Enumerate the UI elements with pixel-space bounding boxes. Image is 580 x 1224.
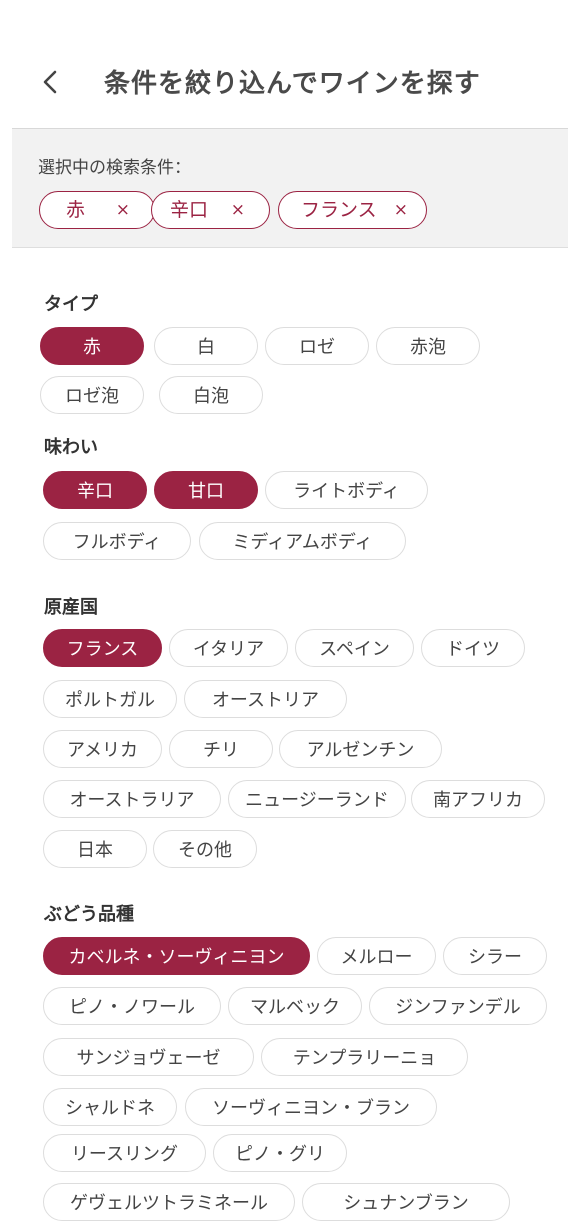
- close-icon[interactable]: ×: [116, 192, 130, 228]
- selected-chip-label: フランス: [301, 199, 377, 221]
- chip-grape-merlot[interactable]: メルロー: [317, 937, 436, 975]
- chip-grape-gewurztraminer[interactable]: ゲヴェルツトラミネール: [43, 1183, 295, 1221]
- selected-chip-france[interactable]: フランス ×: [278, 191, 427, 229]
- section-title-taste: 味わい: [44, 437, 98, 458]
- section-title-grape: ぶどう品種: [44, 904, 134, 925]
- header: 条件を絞り込んでワインを探す: [0, 0, 580, 128]
- chip-country-south-africa[interactable]: 南アフリカ: [411, 780, 545, 818]
- close-icon[interactable]: ×: [231, 192, 245, 228]
- back-button[interactable]: [34, 64, 70, 100]
- chip-country-usa[interactable]: アメリカ: [43, 730, 162, 768]
- chip-grape-sauvignon-blanc[interactable]: ソーヴィニヨン・ブラン: [185, 1088, 437, 1126]
- chip-grape-zinfandel[interactable]: ジンファンデル: [369, 987, 547, 1025]
- chip-type-white-sparkling[interactable]: 白泡: [159, 376, 263, 414]
- chip-grape-syrah[interactable]: シラー: [443, 937, 547, 975]
- selected-chip-red[interactable]: 赤 ×: [39, 191, 155, 229]
- chip-grape-sangiovese[interactable]: サンジョヴェーゼ: [43, 1038, 254, 1076]
- chip-taste-medium-body[interactable]: ミディアムボディ: [199, 522, 406, 560]
- chip-taste-light-body[interactable]: ライトボディ: [265, 471, 428, 509]
- chip-country-austria[interactable]: オーストリア: [184, 680, 347, 718]
- chip-type-red[interactable]: 赤: [40, 327, 144, 365]
- chip-country-other[interactable]: その他: [153, 830, 257, 868]
- chip-taste-dry[interactable]: 辛口: [43, 471, 147, 509]
- selected-conditions-panel: 選択中の検索条件： 赤 × 辛口 × フランス ×: [12, 128, 568, 248]
- chip-type-rose[interactable]: ロゼ: [265, 327, 369, 365]
- chip-country-spain[interactable]: スペイン: [295, 629, 414, 667]
- chip-country-australia[interactable]: オーストラリア: [43, 780, 221, 818]
- selected-conditions-label: 選択中の検索条件：: [38, 158, 191, 178]
- chip-country-japan[interactable]: 日本: [43, 830, 147, 868]
- chip-type-rose-sparkling[interactable]: ロゼ泡: [40, 376, 144, 414]
- chip-grape-pinot-noir[interactable]: ピノ・ノワール: [43, 987, 221, 1025]
- chip-taste-sweet[interactable]: 甘口: [154, 471, 258, 509]
- section-title-country: 原産国: [44, 597, 98, 618]
- chevron-left-icon: [43, 70, 57, 94]
- chip-country-argentina[interactable]: アルゼンチン: [279, 730, 442, 768]
- chip-country-chile[interactable]: チリ: [169, 730, 273, 768]
- chip-grape-pinot-gris[interactable]: ピノ・グリ: [213, 1134, 347, 1172]
- chip-country-portugal[interactable]: ポルトガル: [43, 680, 177, 718]
- chip-grape-riesling[interactable]: リースリング: [43, 1134, 206, 1172]
- chip-grape-cabernet-sauvignon[interactable]: カベルネ・ソーヴィニヨン: [43, 937, 310, 975]
- chip-grape-tempranillo[interactable]: テンプラリーニョ: [261, 1038, 468, 1076]
- selected-chip-label: 赤: [66, 199, 86, 221]
- chip-country-new-zealand[interactable]: ニュージーランド: [228, 780, 406, 818]
- chip-type-white[interactable]: 白: [154, 327, 258, 365]
- chip-grape-chardonnay[interactable]: シャルドネ: [43, 1088, 177, 1126]
- chip-taste-full-body[interactable]: フルボディ: [43, 522, 191, 560]
- chip-country-italy[interactable]: イタリア: [169, 629, 288, 667]
- chip-country-germany[interactable]: ドイツ: [421, 629, 525, 667]
- selected-chip-dry[interactable]: 辛口 ×: [151, 191, 270, 229]
- page-title: 条件を絞り込んでワインを探す: [104, 69, 481, 99]
- section-title-type: タイプ: [44, 294, 98, 315]
- chip-country-france[interactable]: フランス: [43, 629, 162, 667]
- selected-chip-label: 辛口: [170, 199, 209, 221]
- chip-grape-malbec[interactable]: マルベック: [228, 987, 362, 1025]
- chip-type-red-sparkling[interactable]: 赤泡: [376, 327, 480, 365]
- close-icon[interactable]: ×: [394, 192, 408, 228]
- chip-grape-chenin-blanc[interactable]: シュナンブラン: [302, 1183, 510, 1221]
